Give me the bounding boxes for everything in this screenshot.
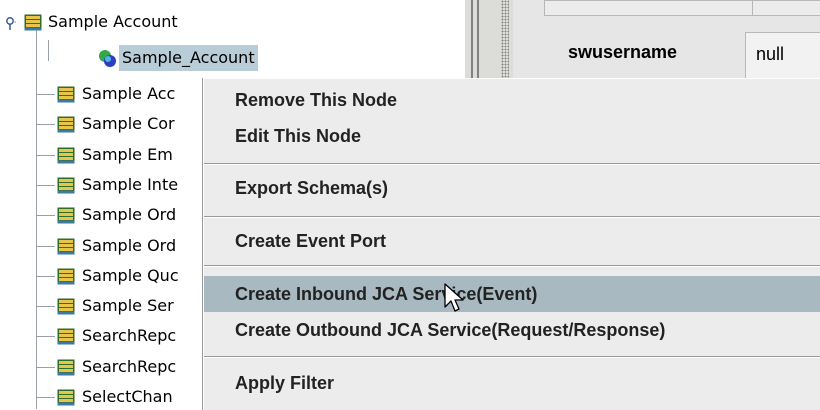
tree-node-label: SearchRepc xyxy=(82,356,177,376)
tree-connector-line xyxy=(36,275,55,277)
tree-node[interactable]: Sample Ser xyxy=(36,293,206,319)
tree-node[interactable]: Sample Acc xyxy=(36,81,206,107)
tree-node-root[interactable]: Sample Account xyxy=(21,9,461,35)
tree-node-label: SelectChan xyxy=(82,387,173,406)
tree-connector-line xyxy=(48,40,49,61)
menu-item-apply-filter[interactable]: Apply Filter xyxy=(204,365,820,401)
tree-connector-line xyxy=(36,336,55,338)
tree-node[interactable]: Sample Ord xyxy=(36,202,206,228)
tree-connector-line xyxy=(36,94,55,95)
mouse-pointer-icon xyxy=(444,283,464,312)
folder-table-icon xyxy=(57,207,75,224)
tree-connector-line xyxy=(36,245,55,247)
expander-icon[interactable] xyxy=(4,17,16,30)
tree-node-label: SearchRepc xyxy=(82,326,177,346)
folder-table-icon xyxy=(57,298,75,315)
tree-node[interactable]: Sample Ord xyxy=(36,233,206,259)
folder-table-icon xyxy=(57,177,75,194)
menu-item-create-event-port[interactable]: Create Event Port xyxy=(204,223,820,259)
menu-item-export-schemas[interactable]: Export Schema(s) xyxy=(204,170,820,206)
tree-node-label: Sample Acc xyxy=(82,84,176,103)
folder-table-icon xyxy=(57,268,75,285)
menu-separator xyxy=(204,265,820,267)
tree-node-selected[interactable]: Sample_Account xyxy=(96,45,456,71)
table-cell xyxy=(544,0,766,16)
property-key: swusername xyxy=(568,42,678,62)
tree-node-label: Sample Ord xyxy=(82,235,177,255)
context-menu: Remove This Node Edit This Node Export S… xyxy=(203,78,820,410)
tree-connector-line xyxy=(36,397,55,398)
tree-node[interactable]: Sample Inte xyxy=(36,172,206,198)
menu-item-edit-node[interactable]: Edit This Node xyxy=(204,118,820,154)
tree-node-label: Sample Ord xyxy=(82,205,177,225)
tree-node-label: Sample Account xyxy=(48,12,178,31)
folder-table-icon xyxy=(57,238,75,254)
business-object-icon xyxy=(99,50,116,67)
menu-separator xyxy=(204,356,820,358)
tree-connector-line xyxy=(36,306,55,308)
folder-table-icon xyxy=(57,86,75,103)
menu-item-create-outbound-jca-service[interactable]: Create Outbound JCA Service(Request/Resp… xyxy=(204,312,820,348)
folder-table-icon xyxy=(57,116,75,133)
menu-item-create-inbound-jca-service[interactable]: Create Inbound JCA Service(Event) xyxy=(204,276,820,312)
tree-connector-line xyxy=(36,184,55,186)
tree-node-label: Sample_Account xyxy=(122,48,255,67)
folder-table-icon xyxy=(57,389,75,406)
table-cell xyxy=(752,0,820,16)
tree-node-label: Sample Em xyxy=(82,144,173,164)
folder-table-icon xyxy=(57,328,75,345)
tree-node[interactable]: SearchRepc xyxy=(36,323,206,349)
folder-table-icon xyxy=(57,147,75,164)
tree-node-label: Sample Quc xyxy=(82,265,179,285)
menu-separator xyxy=(204,163,820,165)
tree-node[interactable]: Sample Em xyxy=(36,142,206,168)
folder-table-icon xyxy=(24,14,42,31)
tree-node[interactable]: SelectChan xyxy=(36,384,206,409)
tree-connector-line xyxy=(36,366,55,368)
tree-connector-line xyxy=(36,154,55,156)
tree-connector-line xyxy=(36,124,55,126)
tree-node-label: Sample Ser xyxy=(82,296,174,316)
folder-table-icon xyxy=(57,359,75,376)
tree-node[interactable]: Sample Quc xyxy=(36,263,206,289)
property-value[interactable]: null xyxy=(756,44,784,65)
menu-item-remove-node[interactable]: Remove This Node xyxy=(204,82,820,118)
tree-node-label: Sample Cor xyxy=(82,114,175,134)
tree-connector-line xyxy=(36,215,55,217)
tree-node-label: Sample Inte xyxy=(82,174,179,194)
tree-node[interactable]: Sample Cor xyxy=(36,111,206,137)
menu-separator xyxy=(204,216,820,218)
tree-node[interactable]: SearchRepc xyxy=(36,354,206,380)
